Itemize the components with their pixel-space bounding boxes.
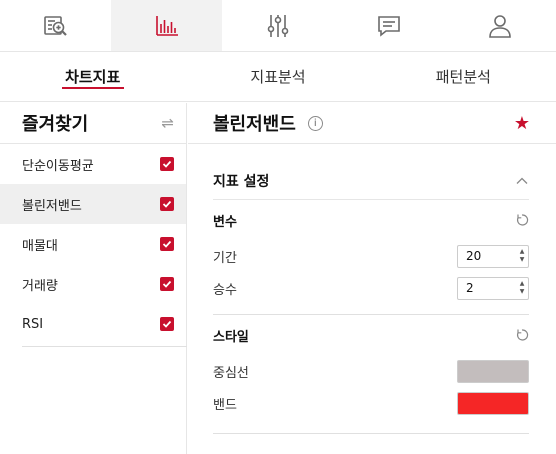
favorite-item-sma[interactable]: 단순이동평균 — [0, 144, 186, 184]
favorites-panel: 즐겨찾기 ⇌ 단순이동평균 볼린저밴드 매물대 거래량 RSI — [0, 103, 187, 454]
swap-icon[interactable]: ⇌ — [161, 114, 174, 132]
multiplier-value[interactable]: 2 — [466, 281, 474, 295]
indicator-detail-panel: 볼린저밴드 i ★ 지표 설정 변수 기간 20 ▲ ▼ 승수 2 ▲ ▼ 스타… — [188, 103, 556, 454]
arrow-up-icon[interactable]: ▲ — [520, 248, 525, 256]
checkbox-icon[interactable] — [160, 197, 174, 211]
search-document-icon — [43, 15, 67, 36]
favorite-item-volume[interactable]: 거래량 — [0, 264, 186, 304]
checkbox-icon[interactable] — [160, 157, 174, 171]
multiplier-stepper[interactable]: 2 ▲ ▼ — [457, 276, 529, 300]
band-label: 밴드 — [213, 397, 237, 413]
multiplier-label: 승수 — [213, 282, 237, 298]
tab-chart-indicator[interactable]: 차트지표 — [0, 52, 185, 101]
period-row: 기간 20 ▲ ▼ — [213, 240, 529, 272]
nav-chart[interactable] — [111, 0, 223, 51]
info-icon[interactable]: i — [307, 115, 323, 131]
favorite-item-rsi[interactable]: RSI — [0, 304, 186, 344]
period-label: 기간 — [213, 250, 237, 266]
chevron-up-icon[interactable] — [515, 174, 529, 188]
sliders-icon — [267, 14, 289, 37]
indicator-settings: 지표 설정 변수 기간 20 ▲ ▼ 승수 2 ▲ ▼ 스타일 중심선 밴드 — [188, 144, 556, 434]
arrow-down-icon[interactable]: ▼ — [520, 288, 525, 296]
style-header: 스타일 — [213, 315, 529, 355]
stepper-arrows: ▲ ▼ — [516, 278, 528, 299]
nav-chat[interactable] — [334, 0, 445, 51]
center-line-color-swatch[interactable] — [457, 359, 529, 383]
settings-section-header[interactable]: 지표 설정 — [213, 144, 529, 200]
variables-title: 변수 — [213, 214, 237, 230]
nav-settings[interactable] — [222, 0, 333, 51]
favorite-item-label: 볼린저밴드 — [22, 198, 82, 214]
divider — [22, 346, 187, 347]
period-value[interactable]: 20 — [466, 249, 481, 263]
reset-icon[interactable] — [515, 213, 529, 227]
nav-search-document[interactable] — [0, 0, 111, 51]
reset-icon[interactable] — [515, 328, 529, 342]
band-row: 밴드 — [213, 387, 529, 419]
favorite-item-label: 거래량 — [22, 278, 58, 294]
favorites-title: 즐겨찾기 — [22, 114, 89, 135]
favorite-item-bollinger[interactable]: 볼린저밴드 — [0, 184, 186, 224]
tab-indicator-analysis[interactable]: 지표분석 — [185, 52, 370, 101]
stepper-arrows: ▲ ▼ — [516, 246, 528, 267]
indicator-title: 볼린저밴드 — [213, 114, 296, 135]
tab-pattern-analysis[interactable]: 패턴분석 — [371, 52, 556, 101]
bar-chart-icon — [155, 15, 178, 36]
checkbox-icon[interactable] — [160, 317, 174, 331]
favorite-item-volume-profile[interactable]: 매물대 — [0, 224, 186, 264]
divider — [213, 433, 529, 434]
arrow-up-icon[interactable]: ▲ — [520, 280, 525, 288]
favorite-item-label: 단순이동평균 — [22, 158, 94, 174]
chat-icon — [378, 15, 401, 37]
detail-header: 볼린저밴드 i ★ — [188, 103, 556, 144]
checkbox-icon[interactable] — [160, 277, 174, 291]
favorites-header: 즐겨찾기 ⇌ — [0, 103, 186, 144]
variables-header: 변수 — [213, 200, 529, 240]
checkbox-icon[interactable] — [160, 237, 174, 251]
arrow-down-icon[interactable]: ▼ — [520, 256, 525, 264]
user-icon — [489, 14, 512, 38]
center-line-label: 중심선 — [213, 365, 249, 381]
style-title: 스타일 — [213, 329, 249, 345]
multiplier-row: 승수 2 ▲ ▼ — [213, 272, 529, 304]
nav-user[interactable] — [445, 0, 556, 51]
top-icon-bar — [0, 0, 556, 52]
favorites-list: 단순이동평균 볼린저밴드 매물대 거래량 RSI — [0, 144, 186, 344]
band-color-swatch[interactable] — [457, 391, 529, 415]
detail-title-wrap: 볼린저밴드 i — [213, 110, 323, 136]
center-line-row: 중심선 — [213, 355, 529, 387]
settings-title: 지표 설정 — [213, 173, 270, 190]
favorite-item-label: RSI — [22, 316, 44, 332]
star-icon[interactable]: ★ — [514, 113, 530, 134]
period-stepper[interactable]: 20 ▲ ▼ — [457, 244, 529, 268]
indicator-tabs: 차트지표 지표분석 패턴분석 — [0, 52, 556, 102]
favorite-item-label: 매물대 — [22, 238, 58, 254]
